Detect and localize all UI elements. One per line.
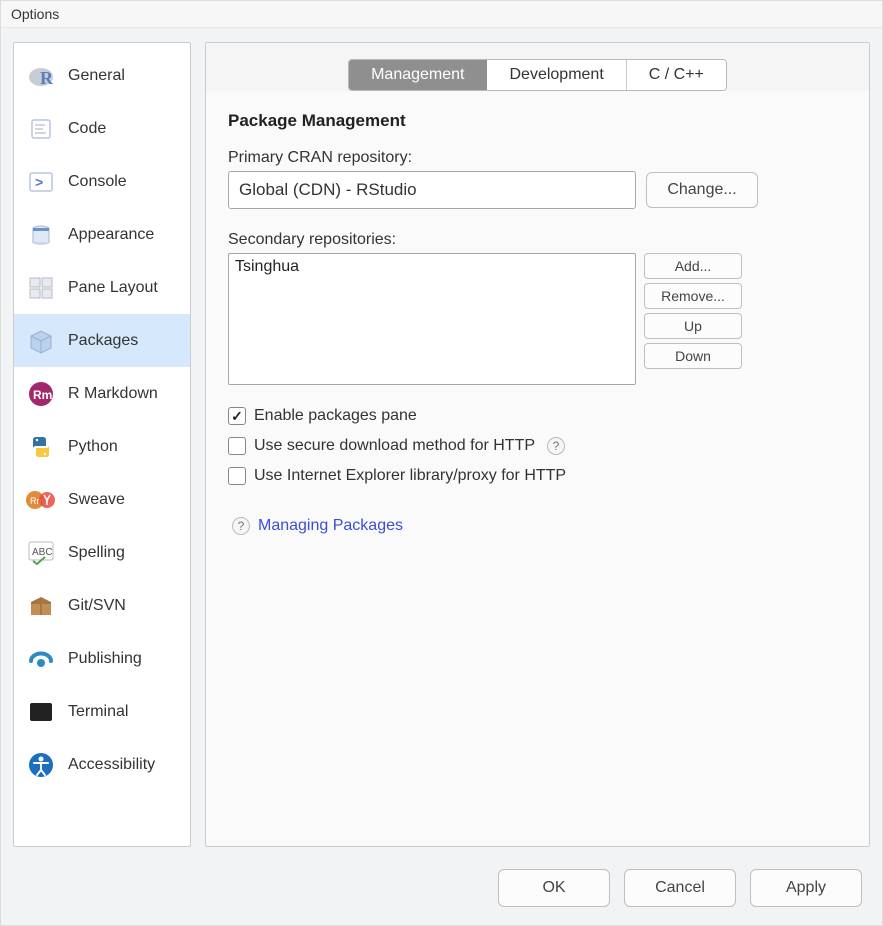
appearance-icon bbox=[26, 220, 56, 250]
ok-button[interactable]: OK bbox=[498, 869, 610, 907]
sidebar-label: Console bbox=[68, 173, 127, 191]
svg-text:ABC: ABC bbox=[32, 547, 53, 558]
sweave-icon: Rnw bbox=[26, 485, 56, 515]
pane-layout-icon bbox=[26, 273, 56, 303]
tab-c-cpp[interactable]: C / C++ bbox=[627, 60, 726, 90]
sidebar-label: Packages bbox=[68, 332, 138, 350]
down-button[interactable]: Down bbox=[644, 343, 742, 369]
spelling-icon: ABC bbox=[26, 538, 56, 568]
sidebar-label: General bbox=[68, 67, 125, 85]
help-icon[interactable]: ? bbox=[232, 517, 250, 535]
git-icon bbox=[26, 591, 56, 621]
sidebar-label: Python bbox=[68, 438, 118, 456]
tabs: Management Development C / C++ bbox=[348, 59, 727, 91]
main-panel: Management Development C / C++ Package M… bbox=[205, 42, 870, 847]
managing-packages-link[interactable]: Managing Packages bbox=[258, 517, 403, 535]
code-icon bbox=[26, 114, 56, 144]
sidebar-item-pane-layout[interactable]: Pane Layout bbox=[14, 261, 190, 314]
sidebar-item-code[interactable]: Code bbox=[14, 102, 190, 155]
body-area: R General Code > Console Appear bbox=[1, 28, 882, 857]
secure-download-checkbox[interactable] bbox=[228, 437, 246, 455]
accessibility-icon bbox=[26, 750, 56, 780]
sidebar-item-accessibility[interactable]: Accessibility bbox=[14, 738, 190, 791]
svg-text:>: > bbox=[35, 174, 43, 190]
sidebar-item-git-svn[interactable]: Git/SVN bbox=[14, 579, 190, 632]
cancel-button[interactable]: Cancel bbox=[624, 869, 736, 907]
ie-proxy-checkbox[interactable] bbox=[228, 467, 246, 485]
up-button[interactable]: Up bbox=[644, 313, 742, 339]
list-side-buttons: Add... Remove... Up Down bbox=[644, 253, 742, 369]
change-button[interactable]: Change... bbox=[646, 172, 758, 208]
sidebar-item-packages[interactable]: Packages bbox=[14, 314, 190, 367]
options-window: Options R General Code > Console bbox=[0, 0, 883, 926]
secondary-repo-label: Secondary repositories: bbox=[228, 231, 847, 249]
sidebar-item-appearance[interactable]: Appearance bbox=[14, 208, 190, 261]
sidebar-item-terminal[interactable]: Terminal bbox=[14, 685, 190, 738]
sidebar-label: Appearance bbox=[68, 226, 154, 244]
sidebar-item-general[interactable]: R General bbox=[14, 49, 190, 102]
r-icon: R bbox=[26, 61, 56, 91]
svg-text:R: R bbox=[40, 68, 54, 88]
sidebar-item-spelling[interactable]: ABC Spelling bbox=[14, 526, 190, 579]
remove-button[interactable]: Remove... bbox=[644, 283, 742, 309]
bottom-button-bar: OK Cancel Apply bbox=[1, 857, 882, 925]
packages-icon bbox=[26, 326, 56, 356]
rmarkdown-icon: Rmd bbox=[26, 379, 56, 409]
python-icon bbox=[26, 432, 56, 462]
sidebar-label: Sweave bbox=[68, 491, 125, 509]
primary-repo-label: Primary CRAN repository: bbox=[228, 149, 847, 167]
apply-button[interactable]: Apply bbox=[750, 869, 862, 907]
window-title: Options bbox=[1, 1, 882, 28]
add-button[interactable]: Add... bbox=[644, 253, 742, 279]
tab-development[interactable]: Development bbox=[487, 60, 626, 90]
secondary-repos-list[interactable]: Tsinghua bbox=[228, 253, 636, 385]
tab-management[interactable]: Management bbox=[349, 60, 487, 90]
sidebar-label: Git/SVN bbox=[68, 597, 126, 615]
sidebar-item-python[interactable]: Python bbox=[14, 420, 190, 473]
primary-repo-input[interactable] bbox=[228, 171, 636, 209]
sidebar-item-sweave[interactable]: Rnw Sweave bbox=[14, 473, 190, 526]
sidebar-item-console[interactable]: > Console bbox=[14, 155, 190, 208]
list-item[interactable]: Tsinghua bbox=[235, 258, 629, 276]
enable-packages-checkbox[interactable] bbox=[228, 407, 246, 425]
secure-download-label: Use secure download method for HTTP bbox=[254, 437, 535, 455]
enable-packages-label: Enable packages pane bbox=[254, 407, 417, 425]
sidebar-label: Accessibility bbox=[68, 756, 155, 774]
help-icon[interactable]: ? bbox=[547, 437, 565, 455]
sidebar-label: Pane Layout bbox=[68, 279, 158, 297]
ie-proxy-label: Use Internet Explorer library/proxy for … bbox=[254, 467, 566, 485]
publishing-icon bbox=[26, 644, 56, 674]
terminal-icon bbox=[26, 697, 56, 727]
tabs-row: Management Development C / C++ bbox=[206, 43, 869, 91]
sidebar-label: R Markdown bbox=[68, 385, 158, 403]
content-area: Package Management Primary CRAN reposito… bbox=[206, 91, 869, 846]
options-sidebar: R General Code > Console Appear bbox=[13, 42, 191, 847]
sidebar-item-rmarkdown[interactable]: Rmd R Markdown bbox=[14, 367, 190, 420]
sidebar-item-publishing[interactable]: Publishing bbox=[14, 632, 190, 685]
svg-text:Rmd: Rmd bbox=[33, 388, 54, 402]
sidebar-label: Publishing bbox=[68, 650, 142, 668]
sidebar-label: Spelling bbox=[68, 544, 125, 562]
sidebar-label: Code bbox=[68, 120, 106, 138]
console-icon: > bbox=[26, 167, 56, 197]
sidebar-label: Terminal bbox=[68, 703, 128, 721]
section-title: Package Management bbox=[228, 111, 847, 131]
